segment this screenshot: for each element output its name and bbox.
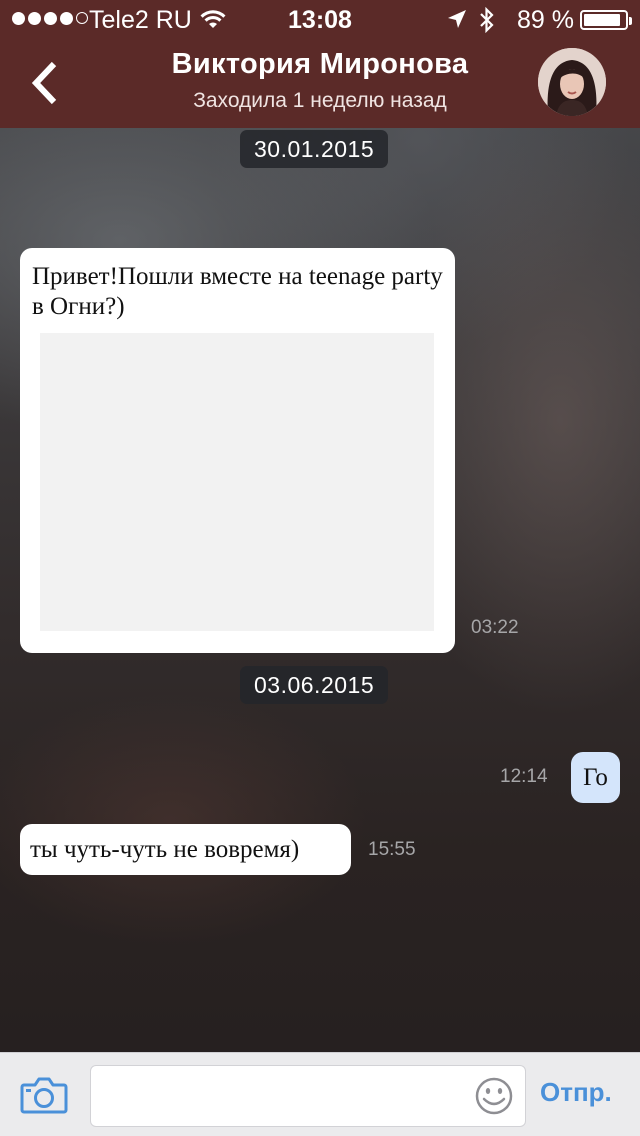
message-text: Привет!Пошли вместе на teenage party в О… <box>32 263 443 320</box>
incoming-message-bubble[interactable]: Привет!Пошли вместе на teenage party в О… <box>20 248 455 653</box>
battery-percent: 89 % <box>517 6 574 34</box>
send-button[interactable]: Отпр. <box>540 1077 612 1108</box>
contact-avatar[interactable] <box>538 48 606 116</box>
status-bar: Tele2 RU 13:08 89 % <box>0 0 640 40</box>
message-time: 03:22 <box>471 617 519 638</box>
outgoing-message-bubble[interactable]: Го <box>571 752 620 803</box>
message-text: Го <box>583 764 608 791</box>
smiley-icon[interactable] <box>474 1076 514 1116</box>
date-separator: 03.06.2015 <box>240 666 389 704</box>
message-text: ты чуть-чуть не вовремя) <box>30 836 300 863</box>
message-input-bar: Отпр. <box>0 1052 640 1136</box>
battery-icon <box>580 10 632 30</box>
bluetooth-icon <box>480 7 494 33</box>
message-input[interactable] <box>90 1065 526 1127</box>
incoming-message-bubble[interactable]: ты чуть-чуть не вовремя) <box>20 824 351 875</box>
camera-icon[interactable] <box>20 1075 68 1115</box>
location-arrow-icon <box>448 10 466 28</box>
date-separator: 30.01.2015 <box>240 130 389 168</box>
message-time: 12:14 <box>500 766 548 787</box>
message-time: 15:55 <box>368 839 416 860</box>
chat-header: Tele2 RU 13:08 89 % Виктория Миронова За… <box>0 0 640 128</box>
message-image-attachment[interactable] <box>40 333 434 631</box>
